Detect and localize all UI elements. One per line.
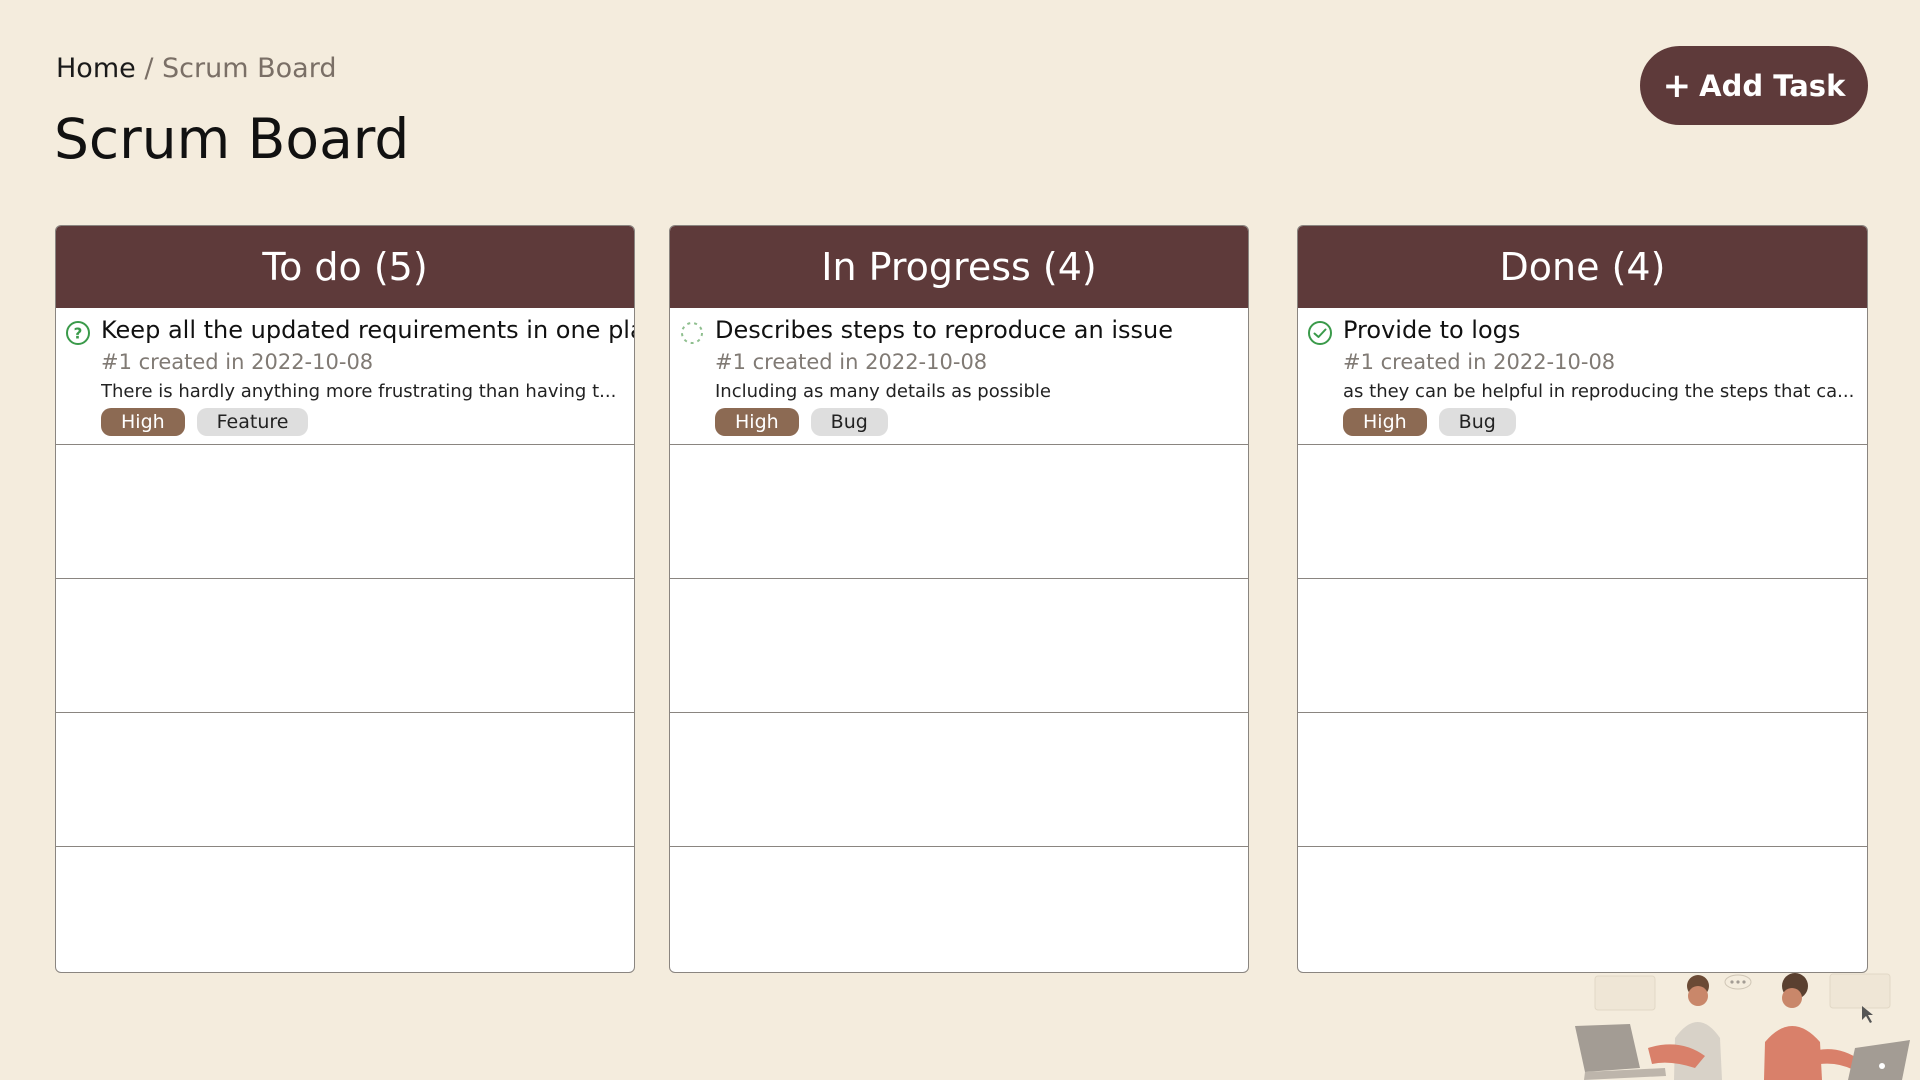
svg-text:?: ? — [74, 325, 83, 343]
empty-card-slot — [670, 847, 1248, 972]
breadcrumb-current: Scrum Board — [162, 53, 337, 84]
empty-card-slot — [1298, 847, 1867, 972]
page-title: Scrum Board — [54, 107, 410, 171]
card-description: Including as many details as possible — [715, 381, 1051, 402]
type-tag: Feature — [196, 408, 309, 436]
task-card[interactable]: Provide to logs #1 created in 2022-10-08… — [1298, 308, 1867, 445]
column-in-progress: In Progress (4) Describes steps to repro… — [669, 225, 1249, 973]
plus-icon: + — [1662, 65, 1692, 106]
check-circle-icon — [1308, 321, 1332, 345]
empty-card-slot — [56, 847, 634, 972]
card-description: There is hardly anything more frustratin… — [101, 381, 617, 402]
scrum-board-page: Home / Scrum Board Scrum Board + Add Tas… — [0, 0, 1920, 1080]
card-title: Describes steps to reproduce an issue — [715, 316, 1173, 344]
empty-card-slot — [1298, 579, 1867, 713]
team-illustration — [1575, 973, 1910, 1080]
empty-card-slot — [1298, 445, 1867, 579]
card-meta: #1 created in 2022-10-08 — [101, 350, 374, 374]
task-card[interactable]: Describes steps to reproduce an issue #1… — [670, 308, 1248, 445]
column-done: Done (4) Provide to logs #1 created in 2… — [1297, 225, 1868, 973]
empty-card-slot — [670, 445, 1248, 579]
column-header: Done (4) — [1298, 226, 1867, 308]
breadcrumb-home-link[interactable]: Home — [56, 53, 136, 84]
column-todo: To do (5) ? Keep all the updated require… — [55, 225, 635, 973]
add-task-button[interactable]: + Add Task — [1640, 46, 1868, 125]
card-title: Keep all the updated requirements in one… — [101, 316, 635, 344]
card-meta: #1 created in 2022-10-08 — [1343, 350, 1616, 374]
priority-tag: High — [101, 408, 185, 436]
card-tags: High Bug — [1343, 408, 1516, 436]
breadcrumb-separator: / — [144, 53, 154, 84]
card-tags: High Feature — [101, 408, 309, 436]
empty-card-slot — [670, 713, 1248, 847]
empty-card-slot — [56, 445, 634, 579]
card-tags: High Bug — [715, 408, 888, 436]
column-header: In Progress (4) — [670, 226, 1248, 308]
add-task-label: Add Task — [1699, 68, 1846, 103]
empty-card-slot — [56, 713, 634, 847]
priority-tag: High — [1343, 408, 1427, 436]
empty-card-slot — [56, 579, 634, 713]
card-meta: #1 created in 2022-10-08 — [715, 350, 988, 374]
empty-card-slot — [1298, 713, 1867, 847]
priority-tag: High — [715, 408, 799, 436]
breadcrumb: Home / Scrum Board — [56, 52, 336, 86]
question-circle-icon: ? — [66, 321, 90, 345]
task-card[interactable]: ? Keep all the updated requirements in o… — [56, 308, 634, 445]
type-tag: Bug — [810, 408, 888, 436]
loading-spinner-icon — [681, 322, 703, 344]
card-description: as they can be helpful in reproducing th… — [1343, 381, 1855, 402]
card-title: Provide to logs — [1343, 316, 1521, 344]
type-tag: Bug — [1438, 408, 1516, 436]
column-header: To do (5) — [56, 226, 634, 308]
empty-card-slot — [670, 579, 1248, 713]
